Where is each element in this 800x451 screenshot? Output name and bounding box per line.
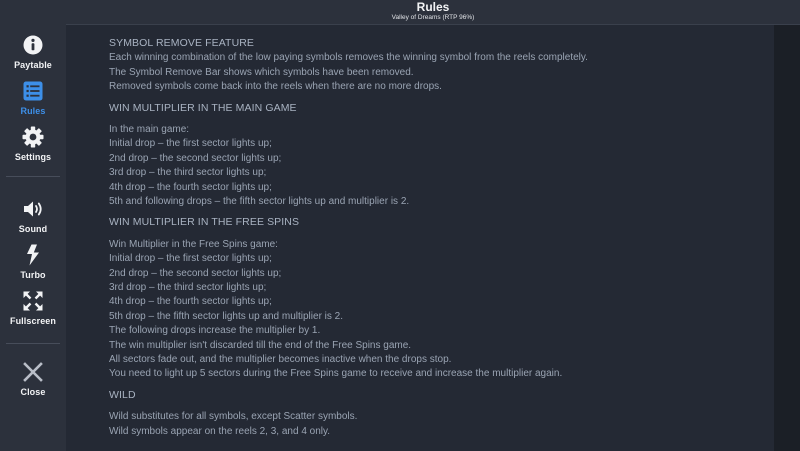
rule-line: In the main game: bbox=[109, 124, 190, 135]
sidebar-divider bbox=[6, 343, 60, 344]
section-body: Win Multiplier in the Free Spins game: I… bbox=[109, 238, 759, 382]
scrollbar-track[interactable] bbox=[774, 25, 800, 451]
sidebar-item-label: Rules bbox=[20, 106, 46, 116]
sidebar-item-label: Turbo bbox=[20, 270, 46, 280]
rule-line: 2nd drop – the second sector lights up; bbox=[109, 267, 282, 279]
rules-content[interactable]: SYMBOL REMOVE FEATURE Each winning combi… bbox=[66, 25, 774, 451]
info-icon bbox=[21, 33, 45, 57]
rule-line: 3rd drop – the third sector lights up; bbox=[109, 282, 267, 294]
sidebar-item-turbo[interactable]: Turbo bbox=[0, 243, 66, 280]
list-icon bbox=[21, 79, 45, 103]
gear-icon bbox=[21, 125, 45, 149]
close-icon bbox=[21, 360, 45, 384]
sidebar-item-label: Close bbox=[20, 387, 46, 397]
sidebar-item-fullscreen[interactable]: Fullscreen bbox=[0, 289, 66, 326]
section-heading: SYMBOL REMOVE FEATURE bbox=[109, 37, 255, 49]
fullscreen-icon bbox=[21, 289, 45, 313]
section-heading: WIN MULTIPLIER IN THE MAIN GAME bbox=[109, 101, 297, 114]
sidebar-item-paytable[interactable]: Paytable bbox=[0, 33, 66, 70]
rule-line: Initial drop – the first sector lights u… bbox=[109, 253, 272, 265]
rule-line: Initial drop – the first sector lights u… bbox=[109, 138, 272, 150]
rule-line: Win Multiplier in the Free Spins game: bbox=[109, 238, 278, 250]
rule-line: The win multiplier isn't discarded till … bbox=[109, 339, 412, 351]
rule-line: 5th and following drops – the fifth sect… bbox=[109, 196, 410, 208]
rules-screen: Paytable Rules Settings Sound Turbo Full… bbox=[0, 0, 800, 451]
rule-line: 4th drop – the fourth sector lights up; bbox=[109, 296, 272, 308]
rule-line: 2nd drop – the second sector lights up; bbox=[109, 152, 282, 164]
page-title: Rules bbox=[416, 0, 450, 14]
rule-line: You need to light up 5 sectors during th… bbox=[109, 368, 563, 380]
game-subtitle: Valley of Dreams (RTP 96%) bbox=[391, 14, 475, 21]
sidebar-item-label: Sound bbox=[18, 224, 48, 234]
section-heading: WIN MULTIPLIER IN THE FREE SPINS bbox=[109, 216, 300, 229]
section-body: Wild substitutes for all symbols, except… bbox=[109, 410, 759, 439]
rule-line: Wild symbols appear on the reels 2, 3, a… bbox=[109, 425, 331, 437]
header: Rules Valley of Dreams (RTP 96%) bbox=[66, 0, 800, 25]
close-button[interactable]: Close bbox=[0, 360, 66, 397]
rule-line: 5th drop – the fifth sector lights up an… bbox=[109, 310, 344, 322]
section-body: Each winning combination of the low payi… bbox=[109, 51, 759, 94]
sidebar-item-label: Fullscreen bbox=[9, 316, 57, 326]
rule-line: 3rd drop – the third sector lights up; bbox=[109, 167, 267, 179]
rules-text: SYMBOL REMOVE FEATURE Each winning combi… bbox=[109, 36, 759, 439]
sidebar-item-settings[interactable]: Settings bbox=[0, 125, 66, 162]
speaker-icon bbox=[21, 197, 45, 221]
rule-line: Removed symbols come back into the reels… bbox=[109, 81, 442, 93]
sidebar-item-label: Paytable bbox=[14, 60, 52, 70]
rule-line: Each winning combination of the low payi… bbox=[109, 52, 588, 64]
sidebar-divider bbox=[6, 176, 60, 177]
sidebar-item-label: Settings bbox=[14, 152, 52, 162]
section-heading: WILD bbox=[109, 388, 136, 401]
rule-line: The Symbol Remove Bar shows which symbol… bbox=[109, 66, 414, 78]
sidebar-item-sound[interactable]: Sound bbox=[0, 197, 66, 234]
sidebar: Paytable Rules Settings Sound Turbo Full… bbox=[0, 0, 66, 451]
lightning-icon bbox=[21, 243, 45, 267]
rule-line: The following drops increase the multipl… bbox=[109, 325, 321, 337]
section-body: In the main game: Initial drop – the fir… bbox=[109, 123, 759, 209]
rule-line: All sectors fade out, and the multiplier… bbox=[109, 354, 452, 366]
rule-line: Wild substitutes for all symbols, except… bbox=[109, 411, 358, 423]
sidebar-item-rules[interactable]: Rules bbox=[0, 79, 66, 116]
rule-line: 4th drop – the fourth sector lights up; bbox=[109, 181, 272, 193]
